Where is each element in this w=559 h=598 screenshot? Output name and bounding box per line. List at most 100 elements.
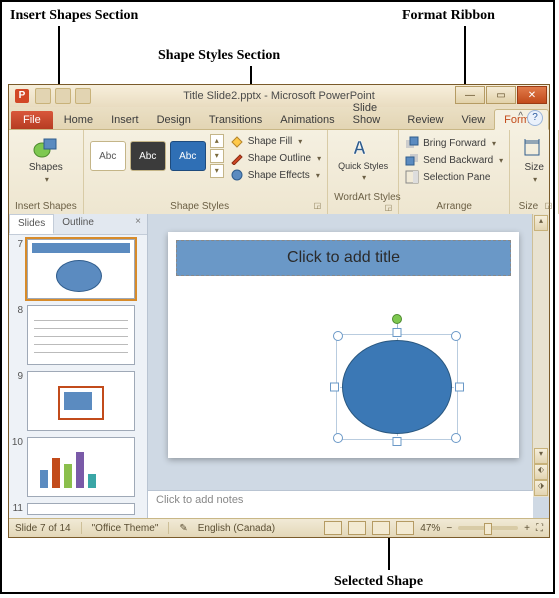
quick-styles-button[interactable]: A Quick Styles▾: [334, 134, 392, 184]
quick-styles-label: Quick Styles: [338, 162, 388, 171]
group-label-size: Size◲: [516, 199, 552, 212]
size-button[interactable]: Size▾: [516, 134, 552, 186]
help-icon[interactable]: ?: [527, 110, 543, 126]
tab-insert[interactable]: Insert: [102, 110, 148, 129]
rotation-handle[interactable]: [392, 314, 402, 324]
title-placeholder[interactable]: Click to add title: [176, 240, 511, 276]
tab-home[interactable]: Home: [55, 110, 102, 129]
group-shape-styles: Abc Abc Abc ▴ ▾ ▾ Shape Fill ▾: [84, 130, 328, 214]
resize-handle[interactable]: [333, 433, 343, 443]
resize-handle[interactable]: [393, 328, 402, 337]
shapes-label: Shapes: [29, 162, 63, 173]
slide-canvas[interactable]: Click to add title: [168, 232, 519, 458]
selection-pane-icon: [405, 170, 419, 184]
tab-view[interactable]: View: [453, 110, 495, 129]
annotation-insert-shapes: Insert Shapes Section: [10, 8, 138, 24]
style-preset-1[interactable]: Abc: [90, 141, 126, 171]
collapse-ribbon-icon[interactable]: ^: [518, 111, 523, 122]
resize-handle[interactable]: [455, 383, 464, 392]
shapes-button[interactable]: Shapes ▾: [15, 134, 77, 186]
slide-thumbnails: 7 8 9 10: [9, 235, 147, 519]
chevron-down-icon: ▾: [314, 171, 320, 180]
chevron-down-icon: ▾: [296, 137, 302, 146]
reading-view-button[interactable]: [372, 521, 390, 535]
zoom-level[interactable]: 47%: [420, 523, 440, 534]
tab-file[interactable]: File: [11, 111, 53, 129]
tab-animations[interactable]: Animations: [271, 110, 343, 129]
maximize-button[interactable]: ▭: [486, 86, 516, 104]
send-backward-icon: [405, 153, 419, 167]
style-preset-3[interactable]: Abc: [170, 141, 206, 171]
undo-icon[interactable]: [55, 88, 71, 104]
sorter-view-button[interactable]: [348, 521, 366, 535]
scroll-down-icon[interactable]: ▾: [534, 448, 548, 464]
gallery-scroll[interactable]: ▴ ▾ ▾: [210, 134, 224, 178]
minimize-button[interactable]: —: [455, 86, 485, 104]
resize-handle[interactable]: [451, 433, 461, 443]
zoom-out-icon[interactable]: −: [446, 523, 452, 534]
prev-slide-icon[interactable]: ⬖: [534, 464, 548, 480]
vertical-scrollbar[interactable]: ▴ ▾ ⬖ ⬗: [532, 214, 549, 497]
annotation-format-ribbon: Format Ribbon: [402, 8, 495, 24]
ellipse-shape[interactable]: [342, 340, 452, 434]
tab-transitions[interactable]: Transitions: [200, 110, 271, 129]
resize-handle[interactable]: [451, 331, 461, 341]
zoom-in-icon[interactable]: +: [524, 523, 530, 534]
thumbnail-slide-7[interactable]: 7: [11, 239, 143, 299]
dialog-launcher-icon[interactable]: ◲: [310, 201, 322, 210]
resize-handle[interactable]: [333, 331, 343, 341]
style-preset-2[interactable]: Abc: [130, 141, 166, 171]
shape-outline-button[interactable]: Shape Outline▾: [230, 151, 321, 165]
shape-fill-button[interactable]: Shape Fill ▾: [230, 134, 321, 148]
dialog-launcher-icon[interactable]: ◲: [541, 201, 553, 210]
group-label-shape-styles: Shape Styles◲: [90, 199, 321, 212]
spellcheck-icon[interactable]: ✎: [179, 523, 187, 534]
group-arrange: Bring Forward ▾ Send Backward▾ Selection …: [399, 130, 510, 214]
scroll-down-icon[interactable]: ▾: [210, 149, 224, 163]
bring-forward-label: Bring Forward: [423, 138, 486, 149]
tab-slide-show[interactable]: Slide Show: [344, 98, 399, 129]
slideshow-view-button[interactable]: [396, 521, 414, 535]
thumbnail-slide-8[interactable]: 8: [11, 305, 143, 365]
shape-fill-label: Shape Fill: [248, 136, 292, 147]
effects-icon: [230, 168, 244, 182]
send-backward-button[interactable]: Send Backward▾: [405, 153, 503, 167]
status-language[interactable]: English (Canada): [198, 523, 275, 534]
shape-effects-button[interactable]: Shape Effects▾: [230, 168, 321, 182]
pane-close-icon[interactable]: ×: [129, 214, 147, 234]
next-slide-icon[interactable]: ⬗: [534, 480, 548, 496]
pane-tab-slides[interactable]: Slides: [9, 214, 54, 234]
notes-pane[interactable]: Click to add notes: [148, 490, 533, 519]
shape-style-gallery[interactable]: Abc Abc Abc ▴ ▾ ▾: [90, 134, 224, 178]
resize-handle[interactable]: [393, 437, 402, 446]
slide-editor[interactable]: Click to add title: [148, 214, 549, 519]
selection-pane-button[interactable]: Selection Pane: [405, 170, 503, 184]
selection-pane-label: Selection Pane: [423, 172, 490, 183]
redo-icon[interactable]: [75, 88, 91, 104]
chevron-down-icon: ▾: [360, 173, 366, 182]
annotation-shape-styles: Shape Styles Section: [158, 48, 280, 64]
dialog-launcher-icon[interactable]: ◲: [381, 203, 393, 212]
scroll-up-icon[interactable]: ▴: [210, 134, 224, 148]
fit-slide-icon[interactable]: ⛶: [536, 523, 543, 534]
bring-forward-button[interactable]: Bring Forward ▾: [405, 136, 503, 150]
zoom-slider[interactable]: [458, 526, 518, 530]
workspace: Slides Outline × 7 8 9: [9, 214, 549, 519]
thumbnail-slide-11[interactable]: 11: [11, 503, 143, 515]
normal-view-button[interactable]: [324, 521, 342, 535]
bring-forward-icon: [405, 136, 419, 150]
shape-outline-label: Shape Outline: [248, 153, 311, 164]
gallery-more-icon[interactable]: ▾: [210, 164, 224, 178]
thumbnail-slide-9[interactable]: 9: [11, 371, 143, 431]
tab-review[interactable]: Review: [398, 110, 452, 129]
scroll-up-icon[interactable]: ▴: [534, 215, 548, 231]
close-button[interactable]: ✕: [517, 86, 547, 104]
thumbnail-slide-10[interactable]: 10: [11, 437, 143, 497]
pane-tab-outline[interactable]: Outline: [54, 214, 102, 234]
resize-handle[interactable]: [330, 383, 339, 392]
chevron-down-icon: ▾: [490, 139, 496, 148]
selected-shape-ellipse[interactable]: [334, 332, 460, 442]
slide-number: 10: [11, 437, 23, 448]
tab-design[interactable]: Design: [148, 110, 200, 129]
save-icon[interactable]: [35, 88, 51, 104]
